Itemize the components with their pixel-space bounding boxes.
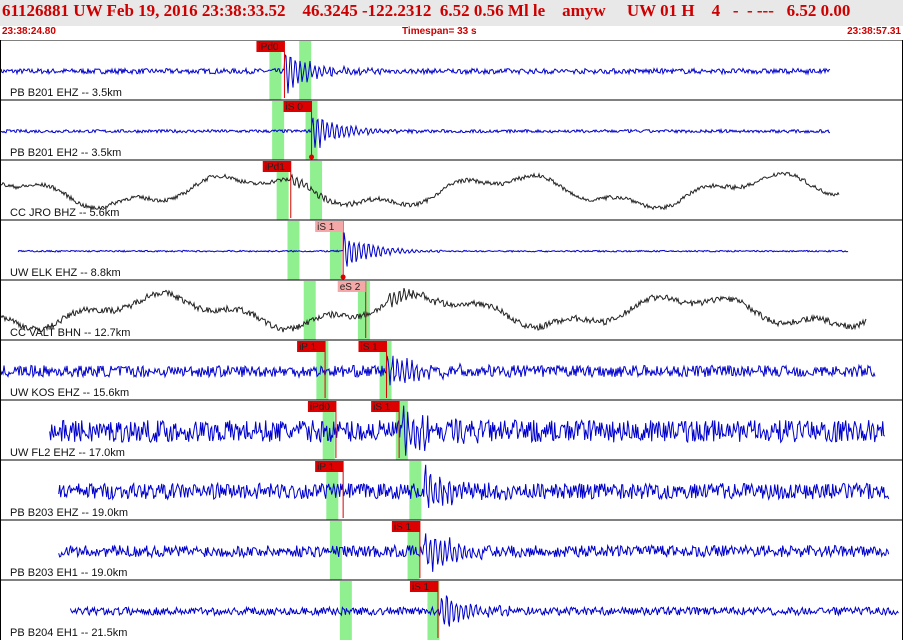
waveform-trace bbox=[0, 355, 876, 386]
pick-label: iS 1 bbox=[360, 342, 378, 353]
channel-row[interactable]: iP 1 iS 1 UW KOS EHZ -- 15.6km bbox=[0, 339, 903, 400]
channel-row[interactable]: iPd0 iS 1 UW FL2 EHZ -- 17.0km bbox=[0, 399, 903, 460]
arrival-window bbox=[310, 161, 323, 220]
arrival-window bbox=[287, 221, 300, 280]
channel-row[interactable]: iP 1 PB B203 EHZ -- 19.0km bbox=[0, 459, 903, 520]
waveform-trace bbox=[17, 232, 849, 267]
pick-label: iS 1 bbox=[412, 582, 430, 593]
waveform-trace bbox=[0, 171, 840, 211]
channel-label: UW FL2 EHZ -- 17.0km bbox=[10, 447, 125, 459]
channel-label: PB B201 EHZ -- 3.5km bbox=[10, 87, 122, 99]
channel-label: CC JRO BHZ -- 5.6km bbox=[10, 207, 119, 219]
pick-label: iS 0 bbox=[286, 102, 304, 113]
end-time-label: 23:38:57.31 bbox=[847, 26, 901, 37]
channel-row[interactable]: iS 1 PB B203 EH1 -- 19.0km bbox=[0, 519, 903, 580]
event-header-bar: 61126881 UW Feb 19, 2016 23:38:33.52 46.… bbox=[0, 0, 903, 26]
pick-label: iP 1 bbox=[299, 342, 316, 353]
waveform-trace bbox=[58, 464, 890, 508]
pick-marker bbox=[340, 274, 346, 280]
arrival-window bbox=[303, 281, 316, 340]
channel-row[interactable]: iS 1 UW ELK EHZ -- 8.8km bbox=[0, 219, 903, 280]
channel-label: PB B204 EH1 -- 21.5km bbox=[10, 627, 127, 639]
channel-label: CC VALT BHN -- 12.7km bbox=[10, 327, 130, 339]
channel-row[interactable]: eS 2 CC VALT BHN -- 12.7km bbox=[0, 279, 903, 340]
waveform-trace bbox=[69, 595, 899, 627]
channel-label: PB B203 EH1 -- 19.0km bbox=[10, 567, 127, 579]
waveform-trace bbox=[49, 405, 886, 456]
pick-label: iP 1 bbox=[317, 462, 334, 473]
event-title: 61126881 UW Feb 19, 2016 23:38:33.52 46.… bbox=[2, 1, 851, 20]
waveform-trace bbox=[0, 117, 830, 148]
channel-label: UW KOS EHZ -- 15.6km bbox=[10, 387, 129, 399]
pick-label: iS 1 bbox=[394, 522, 412, 533]
pick-label: iPd0 bbox=[310, 402, 330, 413]
channel-label: UW ELK EHZ -- 8.8km bbox=[10, 267, 121, 279]
pick-label: eS 2 bbox=[340, 282, 361, 293]
pick-label: iS 1 bbox=[373, 402, 391, 413]
waveform-trace bbox=[0, 287, 867, 333]
pick-label: iS 1 bbox=[317, 222, 335, 233]
waveform-trace bbox=[58, 533, 890, 572]
pick-label: iPd0 bbox=[258, 42, 278, 53]
channel-row[interactable]: iS 0 PB B201 EH2 -- 3.5km bbox=[0, 99, 903, 160]
channel-row[interactable]: iPd1 CC JRO BHZ -- 5.6km bbox=[0, 159, 903, 220]
channel-row[interactable]: iS 1 PB B204 EH1 -- 21.5km bbox=[0, 579, 903, 640]
channel-row[interactable]: iPd0 PB B201 EHZ -- 3.5km bbox=[0, 40, 903, 100]
pick-label: iPd1 bbox=[265, 162, 285, 173]
waveform-trace bbox=[0, 53, 831, 94]
pick-marker bbox=[309, 154, 315, 160]
seismogram-panel[interactable]: iPd0 PB B201 EHZ -- 3.5km iS 0 PB B201 EH2 … bbox=[0, 40, 903, 640]
start-time-label: 23:38:24.80 bbox=[2, 26, 56, 37]
channel-label: PB B203 EHZ -- 19.0km bbox=[10, 507, 128, 519]
channel-label: PB B201 EH2 -- 3.5km bbox=[10, 147, 121, 159]
timespan-label: Timespan= 33 s bbox=[402, 26, 477, 37]
